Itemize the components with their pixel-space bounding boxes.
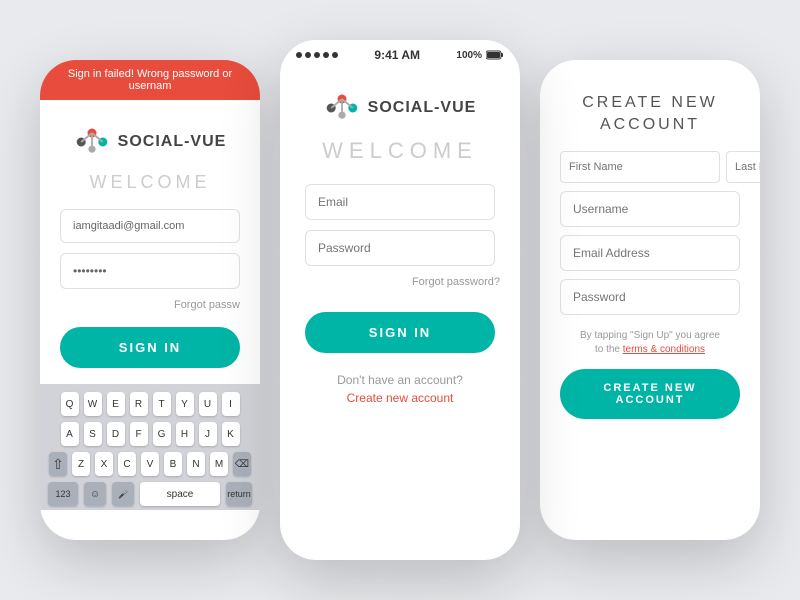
key-k[interactable]: K [222, 422, 240, 446]
key-r[interactable]: R [130, 392, 148, 416]
status-bar-center: 9:41 AM 100% [280, 40, 520, 66]
email-input-center[interactable] [305, 184, 495, 220]
welcome-left: WELCOME [89, 172, 210, 193]
key-t[interactable]: T [153, 392, 171, 416]
key-e[interactable]: E [107, 392, 125, 416]
key-f[interactable]: F [130, 422, 148, 446]
signin-button-left[interactable]: SIGN IN [60, 327, 240, 368]
key-mic[interactable]: 🎤 [112, 482, 134, 506]
key-m[interactable]: M [210, 452, 228, 476]
key-emoji[interactable]: ☺ [84, 482, 106, 506]
username-input-right[interactable] [560, 191, 740, 227]
last-name-input[interactable] [726, 151, 760, 183]
phone-right: CREATE NEW ACCOUNT By tapping "Sign Up" … [540, 60, 760, 540]
key-v[interactable]: V [141, 452, 159, 476]
key-j[interactable]: J [199, 422, 217, 446]
keyboard: Q W E R T Y U I A S D F G H J K ⇧ Z [40, 384, 260, 510]
dont-have-label: Don't have an account? [337, 373, 463, 387]
key-n[interactable]: N [187, 452, 205, 476]
keyboard-row-3: ⇧ Z X C V B N M ⌫ [44, 452, 256, 476]
battery-percent: 100% [456, 50, 482, 61]
phone-center: 9:41 AM 100% [280, 40, 520, 560]
forgot-center: Forgot password? [310, 276, 500, 288]
key-c[interactable]: C [118, 452, 136, 476]
email-input-right[interactable] [560, 235, 740, 271]
keyboard-row-2: A S D F G H J K [44, 422, 256, 446]
logo-area-left: SOCIAL-VUE [74, 124, 227, 160]
key-123[interactable]: 123 [48, 482, 78, 506]
dot-4 [323, 52, 329, 58]
phones-container: Sign in failed! Wrong password or userna… [0, 0, 800, 600]
logo-icon-left [74, 124, 110, 160]
key-w[interactable]: W [84, 392, 102, 416]
create-account-button[interactable]: CREATE NEW ACCOUNT [560, 369, 740, 419]
key-s[interactable]: S [84, 422, 102, 446]
create-account-link[interactable]: Create new account [347, 391, 454, 405]
password-input-left[interactable] [60, 253, 240, 289]
password-input-right[interactable] [560, 279, 740, 315]
key-space[interactable]: space [140, 482, 220, 506]
phone-left: Sign in failed! Wrong password or userna… [40, 60, 260, 540]
phone-left-content: SOCIAL-VUE WELCOME Forgot passw SIGN IN [40, 100, 260, 384]
signin-button-center[interactable]: SIGN IN [305, 312, 495, 353]
key-q[interactable]: Q [61, 392, 79, 416]
key-x[interactable]: X [95, 452, 113, 476]
forgot-left: Forgot passw [174, 299, 240, 311]
key-delete[interactable]: ⌫ [233, 452, 251, 476]
keyboard-row-1: Q W E R T Y U I [44, 392, 256, 416]
error-text: Sign in failed! Wrong password or userna… [68, 68, 232, 92]
time-display: 9:41 AM [374, 48, 420, 62]
logo-text-left: SOCIAL-VUE [118, 133, 227, 151]
logo-icon-center [324, 90, 360, 126]
battery-icon [486, 50, 504, 60]
terms-text: By tapping "Sign Up" you agreeto the ter… [580, 329, 720, 357]
signal-dots [296, 52, 338, 58]
key-u[interactable]: U [199, 392, 217, 416]
title-line1: CREATE NEW [582, 94, 717, 111]
name-row [560, 151, 740, 183]
title-line2: ACCOUNT [600, 116, 700, 133]
password-input-center[interactable] [305, 230, 495, 266]
create-account-title: CREATE NEW ACCOUNT [582, 92, 717, 137]
key-i[interactable]: I [222, 392, 240, 416]
key-return[interactable]: return [226, 482, 252, 506]
status-right: 100% [456, 50, 504, 61]
key-b[interactable]: B [164, 452, 182, 476]
dot-1 [296, 52, 302, 58]
phone-center-content: SOCIAL-VUE WELCOME Forgot password? SIGN… [280, 66, 520, 421]
logo-area-center: SOCIAL-VUE [324, 90, 477, 126]
keyboard-bottom: 123 ☺ 🎤 space return [44, 482, 256, 506]
key-a[interactable]: A [61, 422, 79, 446]
key-d[interactable]: D [107, 422, 125, 446]
dot-3 [314, 52, 320, 58]
key-h[interactable]: H [176, 422, 194, 446]
welcome-center: WELCOME [322, 138, 478, 164]
dot-5 [332, 52, 338, 58]
logo-text-center: SOCIAL-VUE [368, 99, 477, 117]
key-g[interactable]: G [153, 422, 171, 446]
status-time: 9:41 AM [374, 48, 420, 62]
first-name-input[interactable] [560, 151, 720, 183]
dot-2 [305, 52, 311, 58]
error-banner: Sign in failed! Wrong password or userna… [40, 60, 260, 100]
phone-right-content: CREATE NEW ACCOUNT By tapping "Sign Up" … [540, 60, 760, 435]
key-shift[interactable]: ⇧ [49, 452, 67, 476]
email-input-left[interactable] [60, 209, 240, 243]
key-z[interactable]: Z [72, 452, 90, 476]
key-y[interactable]: Y [176, 392, 194, 416]
terms-link[interactable]: terms & conditions [623, 344, 705, 355]
